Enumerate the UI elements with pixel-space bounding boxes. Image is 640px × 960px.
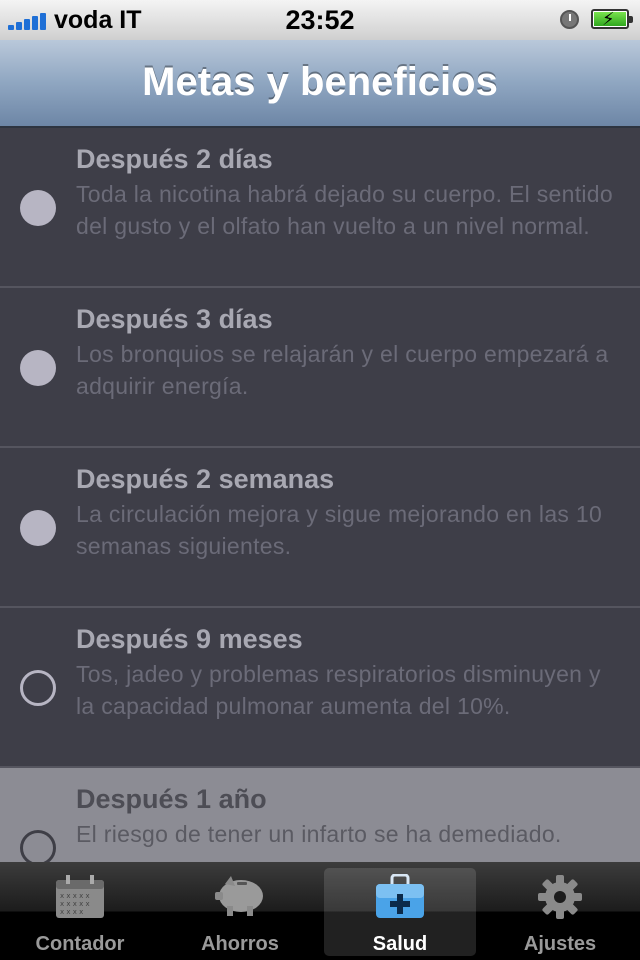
goal-description: Toda la nicotina habrá dejado su cuerpo.… — [76, 181, 613, 239]
goal-title: Después 1 año — [76, 784, 267, 814]
tab-label: Contador — [35, 933, 125, 955]
tab-salud[interactable]: Salud — [324, 868, 476, 956]
goal-row[interactable]: Después 2 semanas La circulación mejora … — [0, 448, 640, 608]
svg-text:x x x x: x x x x — [60, 908, 83, 916]
goal-title: Después 2 días — [76, 144, 273, 174]
goal-row[interactable]: Después 3 días Los bronquios se relajará… — [0, 288, 640, 448]
achieved-dot-icon — [20, 510, 56, 546]
gear-icon — [538, 875, 582, 919]
goal-description: El riesgo de tener un infarto se ha deme… — [76, 821, 562, 847]
goal-row[interactable]: Después 1 año El riesgo de tener un infa… — [0, 768, 640, 862]
tab-label: Ahorros — [201, 933, 279, 955]
status-time: 23:52 — [285, 5, 355, 35]
goal-title: Después 9 meses — [76, 624, 303, 654]
achieved-dot-icon — [20, 190, 56, 226]
pending-circle-icon — [20, 670, 56, 706]
goal-title: Después 2 semanas — [76, 464, 335, 494]
status-bar: voda IT 23:52 ⚡ — [0, 0, 640, 40]
tab-ahorros[interactable]: Ahorros — [160, 862, 320, 960]
goal-row[interactable]: Después 2 días Toda la nicotina habrá de… — [0, 128, 640, 288]
tab-label: Ajustes — [523, 933, 597, 955]
achieved-dot-icon — [20, 350, 56, 386]
tab-label: Salud — [372, 933, 428, 955]
goal-description: La circulación mejora y sigue mejorando … — [76, 501, 603, 559]
tab-bar: x x x x x x x x x x x x x x Contador Aho… — [0, 862, 640, 960]
goal-description: Tos, jadeo y problemas respiratorios dis… — [76, 661, 601, 719]
medical-kit-icon — [376, 874, 424, 918]
piggy-bank-icon — [215, 876, 263, 916]
tab-contador[interactable]: x x x x x x x x x x x x x x Contador — [0, 862, 160, 960]
goal-description: Los bronquios se relajarán y el cuerpo e… — [76, 341, 609, 399]
calendar-icon: x x x x x x x x x x x x x x — [56, 875, 104, 918]
pending-circle-icon — [20, 830, 56, 862]
goals-list[interactable]: Después 2 días Toda la nicotina habrá de… — [0, 128, 640, 862]
page-title: Metas y beneficios — [142, 60, 498, 104]
tab-ajustes[interactable]: Ajustes — [480, 862, 640, 960]
svg-text:x x x x x: x x x x x — [60, 892, 90, 900]
goal-row[interactable]: Después 9 meses Tos, jadeo y problemas r… — [0, 608, 640, 768]
svg-text:x x x x x: x x x x x — [60, 900, 90, 908]
battery-charging-icon: ⚡ — [591, 9, 633, 29]
goal-title: Después 3 días — [76, 304, 273, 334]
clock-icon — [560, 10, 579, 29]
navigation-bar: Metas y beneficios — [0, 40, 640, 128]
